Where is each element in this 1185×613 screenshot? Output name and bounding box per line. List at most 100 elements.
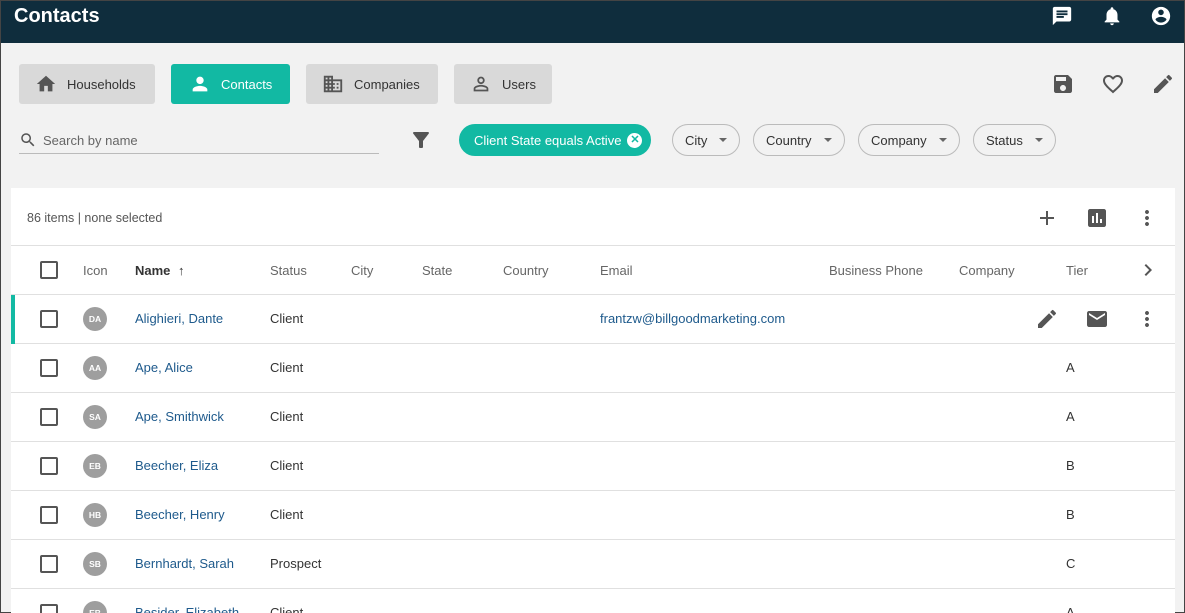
save-icon[interactable] — [1051, 72, 1075, 96]
city-filter-label: City — [685, 132, 708, 148]
col-status[interactable]: Status — [270, 246, 307, 295]
avatar: EB — [83, 601, 107, 613]
contact-status: Prospect — [270, 556, 322, 571]
avatar: EB — [83, 454, 107, 478]
table-header: Icon Name ↑ Status City State Country Em… — [11, 245, 1175, 295]
contact-tier: B — [1066, 458, 1075, 473]
status-filter-label: Status — [986, 132, 1023, 148]
table-row[interactable]: EB Besider, Elizabeth Client A — [11, 589, 1175, 613]
status-filter-chip[interactable]: Status — [973, 124, 1056, 156]
row-checkbox[interactable] — [40, 457, 58, 475]
col-icon: Icon — [83, 263, 108, 278]
search-icon — [21, 133, 35, 147]
chevron-right-icon[interactable] — [1136, 258, 1160, 282]
households-button[interactable]: Households — [19, 64, 155, 104]
contact-email-link[interactable]: frantzw@billgoodmarketing.com — [600, 295, 785, 343]
companies-button[interactable]: Companies — [306, 64, 438, 104]
avatar: DA — [83, 307, 107, 331]
col-business-phone[interactable]: Business Phone — [829, 246, 923, 295]
contacts-label: Contacts — [221, 76, 273, 92]
building-icon — [323, 75, 343, 93]
contact-tier: A — [1066, 605, 1075, 613]
col-country[interactable]: Country — [503, 246, 549, 295]
caret-down-icon — [1034, 138, 1043, 142]
row-checkbox[interactable] — [40, 359, 58, 377]
col-name-label: Name — [135, 263, 171, 278]
contact-name-link[interactable]: Beecher, Henry — [135, 491, 225, 539]
col-state[interactable]: State — [422, 246, 452, 295]
contact-tier: C — [1066, 556, 1076, 571]
contact-status: Client — [270, 458, 304, 473]
row-checkbox[interactable] — [40, 555, 58, 573]
row-checkbox[interactable] — [40, 506, 58, 524]
bell-icon[interactable] — [1101, 5, 1123, 27]
bar-chart-icon[interactable] — [1085, 206, 1109, 230]
contact-name-link[interactable]: Ape, Alice — [135, 344, 193, 392]
col-company[interactable]: Company — [959, 246, 1015, 295]
companies-label: Companies — [354, 76, 420, 92]
row-checkbox[interactable] — [40, 408, 58, 426]
contacts-button[interactable]: Contacts — [171, 64, 290, 104]
table-row[interactable]: EB Beecher, Eliza Client B — [11, 442, 1175, 491]
account-circle-icon[interactable] — [1150, 5, 1172, 27]
contact-name-link[interactable]: Alighieri, Dante — [135, 295, 223, 343]
col-city[interactable]: City — [351, 246, 373, 295]
clear-filter-icon[interactable]: ✕ — [627, 132, 643, 148]
contact-tier: A — [1066, 360, 1075, 375]
col-email[interactable]: Email — [600, 246, 633, 295]
filter-icon[interactable] — [409, 128, 433, 152]
contact-name-link[interactable]: Besider, Elizabeth — [135, 589, 239, 613]
top-bar: Contacts — [1, 1, 1184, 43]
contact-status: Client — [270, 360, 304, 375]
active-filter-chip[interactable]: Client State equals Active ✕ — [459, 124, 652, 156]
company-filter-chip[interactable]: Company — [858, 124, 960, 156]
users-button[interactable]: Users — [454, 64, 552, 104]
row-checkbox[interactable] — [40, 310, 58, 328]
more-vertical-icon[interactable] — [1135, 307, 1159, 331]
table-row[interactable]: SA Ape, Smithwick Client A — [11, 393, 1175, 442]
contact-name-link[interactable]: Bernhardt, Sarah — [135, 540, 234, 588]
country-filter-label: Country — [766, 132, 812, 148]
home-icon — [36, 75, 56, 92]
row-checkbox[interactable] — [40, 604, 58, 613]
avatar: HB — [83, 503, 107, 527]
company-filter-label: Company — [871, 132, 927, 148]
more-vertical-icon[interactable] — [1135, 206, 1159, 230]
table-row[interactable]: HB Beecher, Henry Client B — [11, 491, 1175, 540]
person-outline-icon — [473, 76, 489, 92]
caret-down-icon — [719, 138, 728, 142]
users-label: Users — [502, 76, 536, 92]
chat-icon[interactable] — [1051, 5, 1073, 27]
contact-name-link[interactable]: Ape, Smithwick — [135, 393, 224, 441]
page-title: Contacts — [14, 5, 100, 27]
search-box — [19, 127, 379, 154]
col-tier[interactable]: Tier — [1066, 246, 1088, 295]
add-icon[interactable] — [1035, 206, 1059, 230]
contact-status: Client — [270, 409, 304, 424]
sort-arrow-icon: ↑ — [178, 263, 185, 278]
table-row[interactable]: DA Alighieri, Dante Client frantzw@billg… — [11, 295, 1175, 344]
email-icon[interactable] — [1085, 307, 1109, 331]
households-label: Households — [67, 76, 136, 92]
country-filter-chip[interactable]: Country — [753, 124, 845, 156]
contact-name-link[interactable]: Beecher, Eliza — [135, 442, 218, 490]
avatar: AA — [83, 356, 107, 380]
edit-icon[interactable] — [1151, 72, 1175, 96]
contacts-list-panel: 86 items | none selected Icon Name ↑ Sta… — [11, 188, 1175, 613]
city-filter-chip[interactable]: City — [672, 124, 741, 156]
person-icon — [192, 76, 208, 92]
caret-down-icon — [823, 138, 832, 142]
select-all-checkbox[interactable] — [40, 261, 58, 279]
edit-icon[interactable] — [1035, 307, 1059, 331]
contact-status: Client — [270, 311, 304, 326]
table-row[interactable]: AA Ape, Alice Client A — [11, 344, 1175, 393]
caret-down-icon — [938, 138, 947, 142]
avatar: SA — [83, 405, 107, 429]
contact-tier: B — [1066, 507, 1075, 522]
col-name[interactable]: Name ↑ — [135, 246, 185, 295]
heart-outline-icon[interactable] — [1101, 72, 1125, 96]
table-row[interactable]: SB Bernhardt, Sarah Prospect C — [11, 540, 1175, 589]
contact-tier: A — [1066, 409, 1075, 424]
avatar: SB — [83, 552, 107, 576]
search-input[interactable] — [43, 132, 363, 148]
